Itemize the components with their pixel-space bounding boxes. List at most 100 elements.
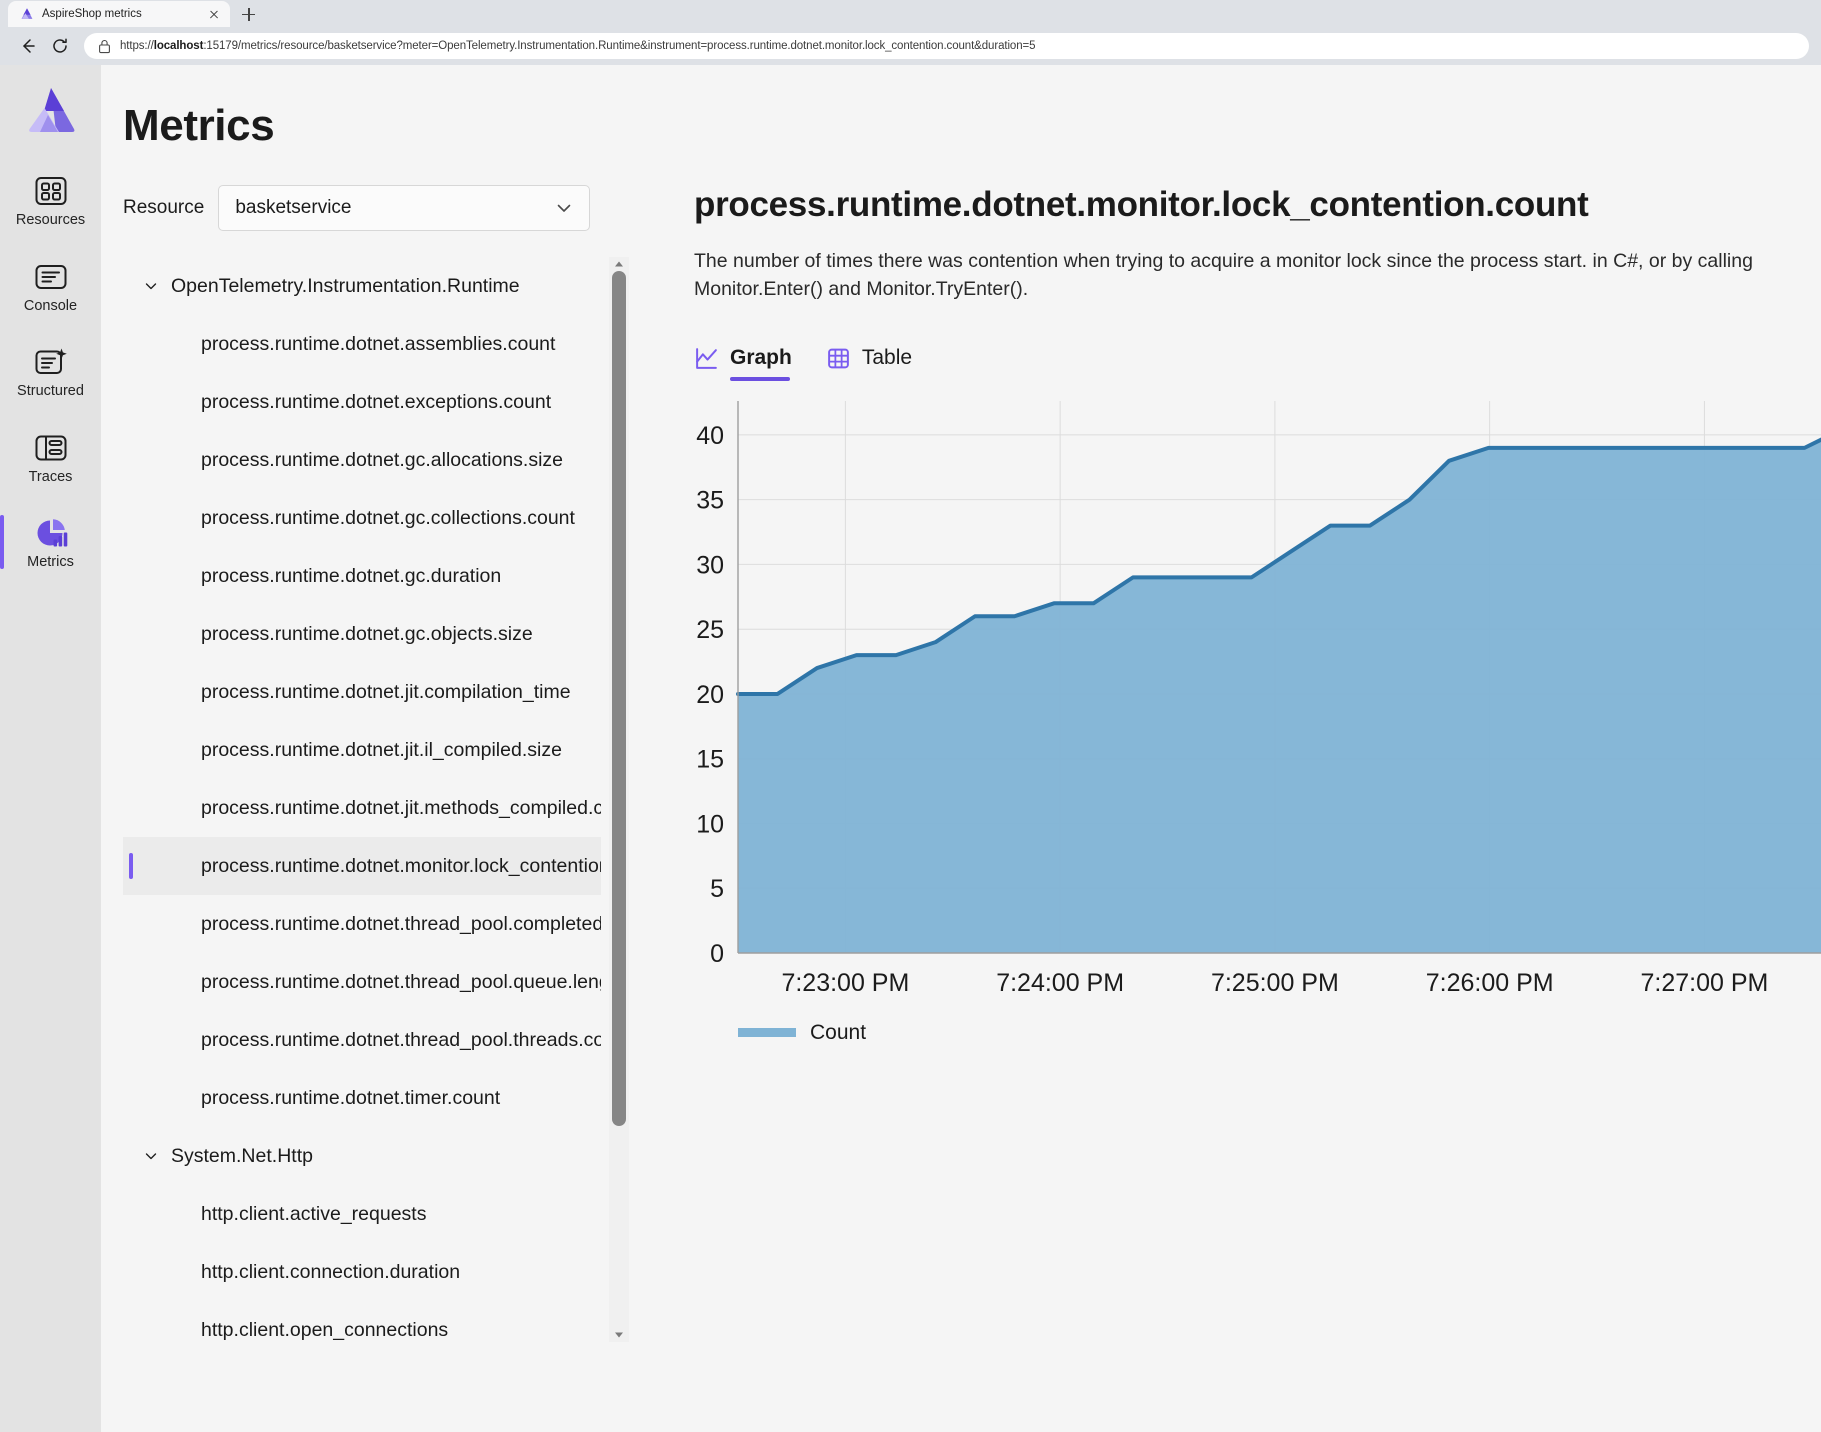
- list-item[interactable]: process.runtime.dotnet.gc.allocations.si…: [123, 431, 601, 489]
- y-tick-label: 0: [710, 940, 724, 968]
- x-tick-label: 7:26:00 PM: [1426, 969, 1554, 997]
- tree-scrollbar[interactable]: [609, 257, 629, 1342]
- scroll-up-arrow-icon[interactable]: [614, 260, 624, 268]
- x-tick-label: 7:23:00 PM: [781, 969, 909, 997]
- chart-svg: 0 5 10 15 20 25 30 35 40 7:23:00 PM 7:24:00 PM 7:2…: [696, 400, 1821, 997]
- tree-item-label: process.runtime.dotnet.thread_pool.queue…: [201, 970, 601, 993]
- close-icon[interactable]: [206, 6, 222, 22]
- sidebar-item-label: Traces: [28, 468, 73, 485]
- scrollbar-thumb[interactable]: [612, 271, 626, 1126]
- browser-tab[interactable]: AspireShop metrics: [8, 1, 230, 27]
- tab-strip: AspireShop metrics: [0, 0, 1821, 27]
- chart-y-axis-ticks: 0 5 10 15 20 25 30 35 40: [696, 421, 724, 967]
- tree-item-label: process.runtime.dotnet.gc.duration: [201, 564, 502, 587]
- structured-logs-icon: [35, 348, 67, 374]
- list-item[interactable]: process.runtime.dotnet.exceptions.count: [123, 373, 601, 431]
- list-item[interactable]: process.runtime.dotnet.jit.compilation_t…: [123, 663, 601, 721]
- url-bar[interactable]: https://localhost:15179/metrics/resource…: [84, 33, 1809, 59]
- list-item[interactable]: process.runtime.dotnet.gc.collections.co…: [123, 489, 601, 547]
- chevron-down-icon: [145, 1153, 157, 1160]
- url-text: https://localhost:15179/metrics/resource…: [120, 40, 1036, 52]
- chart-legend: Count: [738, 1021, 1821, 1045]
- y-tick-label: 20: [696, 680, 724, 708]
- aspire-logo-icon[interactable]: [24, 85, 78, 135]
- grid-icon: [35, 177, 66, 205]
- back-arrow-icon[interactable]: [12, 31, 44, 61]
- list-item[interactable]: http.client.connection.duration: [123, 1243, 601, 1301]
- list-item[interactable]: process.runtime.dotnet.assemblies.count: [123, 315, 601, 373]
- list-item[interactable]: process.runtime.dotnet.thread_pool.compl…: [123, 895, 601, 953]
- y-tick-label: 15: [696, 745, 724, 773]
- graph-icon: [696, 347, 717, 369]
- list-item[interactable]: process.runtime.dotnet.gc.duration: [123, 547, 601, 605]
- aspire-favicon-icon: [21, 8, 33, 19]
- tab-table[interactable]: Table: [826, 346, 912, 383]
- sidebar-item-label: Console: [23, 297, 78, 314]
- y-tick-label: 25: [696, 616, 724, 644]
- resource-label: Resource: [123, 197, 205, 218]
- y-tick-label: 35: [696, 486, 724, 514]
- tree-item-label: http.client.active_requests: [201, 1202, 427, 1225]
- resource-selector-row: Resource basketservice: [123, 185, 628, 231]
- sidebar-item-structured[interactable]: Structured: [0, 336, 101, 406]
- y-tick-label: 5: [710, 875, 724, 903]
- primary-navigation-rail: Resources Console Structured Traces Metr…: [0, 65, 101, 1432]
- list-item[interactable]: process.runtime.dotnet.jit.il_compiled.s…: [123, 721, 601, 779]
- sidebar-item-resources[interactable]: Resources: [0, 165, 101, 235]
- tree-group-label: System.Net.Http: [171, 1144, 313, 1167]
- metric-chart[interactable]: 0 5 10 15 20 25 30 35 40 7:23:00 PM 7:24:00 PM 7:2…: [694, 400, 1821, 1001]
- tree-item-label: process.runtime.dotnet.gc.allocations.si…: [201, 448, 564, 471]
- list-item[interactable]: process.runtime.dotnet.thread_pool.queue…: [123, 953, 601, 1011]
- list-item[interactable]: process.runtime.dotnet.thread_pool.threa…: [123, 1011, 601, 1069]
- tree-item-label: http.client.open_connections: [201, 1318, 449, 1341]
- tree-item-label: process.runtime.dotnet.thread_pool.threa…: [201, 1028, 601, 1051]
- metric-description: The number of times there was contention…: [694, 250, 1753, 301]
- tree-item-label: process.runtime.dotnet.timer.count: [201, 1086, 501, 1109]
- sidebar-item-traces[interactable]: Traces: [0, 422, 101, 492]
- chart-x-axis-ticks: 7:23:00 PM 7:24:00 PM 7:25:00 PM 7:26:00 PM…: [781, 969, 1768, 997]
- list-item[interactable]: process.runtime.dotnet.gc.objects.size: [123, 605, 601, 663]
- tab-graph[interactable]: Graph: [694, 346, 792, 383]
- list-item-selected[interactable]: process.runtime.dotnet.monitor.lock_cont…: [123, 837, 601, 895]
- tree-item-label: process.runtime.dotnet.assemblies.count: [201, 332, 556, 355]
- x-tick-label: 7:27:00 PM: [1640, 969, 1768, 997]
- legend-label: Count: [810, 1020, 867, 1044]
- y-tick-label: 40: [696, 421, 724, 449]
- tab-title: AspireShop metrics: [42, 8, 142, 20]
- metrics-browser-column: Resource basketservice OpenTelemetry.Ins…: [101, 185, 629, 1342]
- sidebar-item-console[interactable]: Console: [0, 251, 101, 321]
- traces-icon: [35, 435, 66, 460]
- tree-item-label: process.runtime.dotnet.gc.collections.co…: [201, 506, 575, 529]
- tab-label: Table: [861, 346, 913, 370]
- list-item[interactable]: process.runtime.dotnet.jit.methods_compi…: [123, 779, 601, 837]
- browser-chrome: AspireShop metrics https://localhost:151…: [0, 0, 1821, 65]
- metrics-pie-icon: [37, 519, 67, 547]
- legend-swatch: [738, 1028, 796, 1038]
- y-tick-label: 30: [696, 551, 724, 579]
- main-content: Metrics Resource basketservice OpenTelem…: [101, 65, 1821, 1432]
- console-icon: [35, 264, 66, 289]
- lock-icon: [99, 39, 110, 53]
- list-item[interactable]: process.runtime.dotnet.timer.count: [123, 1069, 601, 1127]
- page-title: Metrics: [123, 101, 275, 150]
- list-item[interactable]: http.client.active_requests: [123, 1185, 601, 1243]
- resource-selected-value: basketservice: [235, 197, 352, 218]
- scroll-down-arrow-icon[interactable]: [614, 1331, 624, 1339]
- table-grid-icon: [827, 348, 849, 368]
- sidebar-item-metrics[interactable]: Metrics: [0, 507, 101, 577]
- tree-group-label: OpenTelemetry.Instrumentation.Runtime: [171, 274, 520, 297]
- reload-icon[interactable]: [44, 31, 76, 61]
- y-tick-label: 10: [696, 810, 724, 838]
- chevron-down-icon: [145, 283, 157, 290]
- new-tab-plus-icon[interactable]: [234, 1, 262, 27]
- tree-item-label: process.runtime.dotnet.jit.compilation_t…: [201, 680, 571, 703]
- tree-item-label: process.runtime.dotnet.jit.methods_compi…: [201, 796, 601, 819]
- sidebar-item-label: Resources: [15, 212, 86, 228]
- tree-item-label: process.runtime.dotnet.jit.il_compiled.s…: [201, 738, 562, 761]
- resource-select[interactable]: basketservice: [218, 185, 591, 231]
- list-item[interactable]: http.client.open_connections: [123, 1301, 601, 1342]
- tree-group-system-net-http[interactable]: System.Net.Http: [123, 1127, 601, 1185]
- meter-tree: OpenTelemetry.Instrumentation.Runtime pr…: [123, 257, 601, 1342]
- tree-group-opentelemetry-instrumentation-runtime[interactable]: OpenTelemetry.Instrumentation.Runtime: [123, 257, 601, 315]
- tree-item-label: process.runtime.dotnet.monitor.lock_cont…: [201, 854, 601, 877]
